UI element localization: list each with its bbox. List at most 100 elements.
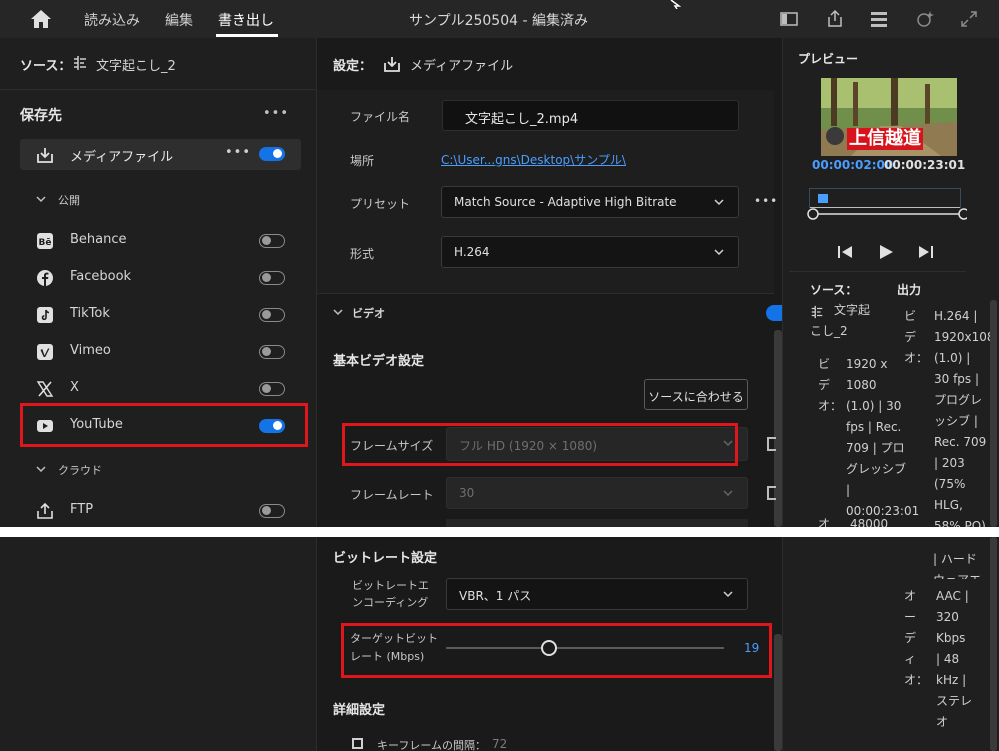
media-file-label: メディアファイル [70, 146, 173, 165]
tiktok-icon [36, 306, 54, 324]
frame-size-highlight-box [342, 423, 738, 466]
preview-timeline[interactable] [809, 188, 961, 208]
dest-label: TikTok [70, 306, 110, 321]
location-link[interactable]: C:\User...gns\Desktop\サンプル\ [441, 151, 626, 168]
cloud-group-label: クラウド [58, 462, 102, 478]
media-file-more-button[interactable]: ••• [225, 145, 251, 160]
frame-rate-checkbox[interactable] [767, 486, 776, 500]
filename-value: 文字起こし_2.mp4 [465, 108, 578, 127]
bitrate-encoding-select[interactable]: VBR、1 パス [446, 578, 748, 610]
settings-header: 設定： メディアファイル [317, 38, 782, 90]
target-bitrate-highlight-box [341, 623, 772, 678]
svg-text:Bē: Bē [39, 238, 52, 248]
preset-label: プリセット [350, 195, 410, 212]
document-title: サンプル250504 - 編集済み [409, 10, 588, 30]
tab-import[interactable]: 読み込み [84, 10, 140, 30]
dest-label: X [70, 380, 79, 395]
download-icon [383, 55, 401, 73]
chevron-down-icon [714, 197, 724, 207]
media-file-toggle[interactable] [259, 147, 285, 161]
keyframe-label: キーフレームの間隔： [377, 737, 486, 751]
destinations-panel-lower [0, 537, 316, 751]
progress-icon[interactable] [869, 9, 889, 29]
vimeo-toggle[interactable] [259, 345, 285, 359]
step-back-icon[interactable] [836, 244, 854, 260]
dest-ftp[interactable]: FTP [20, 496, 300, 526]
filename-label: ファイル名 [350, 108, 410, 125]
share-icon[interactable] [825, 9, 845, 29]
home-icon[interactable] [30, 9, 52, 29]
dest-x[interactable]: X [20, 374, 300, 404]
tiktok-toggle[interactable] [259, 308, 285, 322]
format-select[interactable]: H.264 [441, 236, 739, 268]
settings-scrollbar-lower[interactable] [774, 634, 782, 751]
dest-facebook[interactable]: Facebook [20, 263, 300, 293]
dest-tiktok[interactable]: TikTok [20, 300, 300, 330]
format-value: H.264 [454, 245, 490, 259]
ftp-toggle[interactable] [259, 504, 285, 518]
chevron-down-icon [723, 589, 733, 599]
section-divider [317, 293, 774, 294]
keyframe-checkbox[interactable] [352, 738, 363, 749]
info-scrollbar-lower[interactable] [990, 537, 997, 751]
x-icon [36, 380, 54, 398]
publish-group-label: 公開 [58, 192, 80, 208]
tab-export[interactable]: 書き出し [218, 10, 274, 30]
match-source-button[interactable]: ソースに合わせる [644, 379, 748, 410]
info-output-video-label: ビデオ： [904, 306, 920, 527]
chevron-down-icon[interactable] [36, 464, 46, 474]
location-label: 場所 [350, 152, 374, 169]
filename-field[interactable]: 文字起こし_2.mp4 [442, 100, 739, 131]
info-output-video: H.264 | 1920x1080 (1.0) | 30 fps | プログレッ… [934, 306, 988, 527]
chevron-down-icon[interactable] [36, 194, 46, 204]
info-source-video-label: ビデオ： [818, 354, 834, 417]
tab-edit[interactable]: 編集 [165, 10, 193, 30]
step-forward-icon[interactable] [917, 244, 935, 260]
video-section-label: ビデオ [352, 305, 385, 321]
destinations-more-button[interactable]: ••• [263, 106, 289, 121]
bitrate-encoding-label: ビットレートエンコーディング [352, 577, 438, 611]
bitrate-settings-title: ビットレート設定 [333, 547, 437, 566]
info-output-audio: AAC | 320 Kbps | 48 kHz | ステレオ [936, 586, 972, 733]
preview-playhead[interactable] [818, 194, 828, 203]
dest-vimeo[interactable]: Vimeo [20, 337, 300, 367]
bitrate-encoding-value: VBR、1 パス [459, 587, 531, 604]
preview-title: プレビュー [798, 50, 858, 67]
frame-rate-value: 30 [459, 486, 474, 500]
youtube-highlight-box [20, 403, 308, 447]
frame-size-checkbox[interactable] [767, 437, 776, 451]
info-scrollbar[interactable] [990, 300, 997, 527]
quick-actions-icon[interactable] [915, 9, 935, 29]
source-header: ソース： 文字起こし_2 [0, 38, 316, 90]
info-output-video-clip: H.264 | 1920x1080 (1.0) | 30 fps | プログレッ… [934, 306, 990, 527]
facebook-icon [36, 269, 54, 287]
download-icon [36, 146, 54, 164]
info-output-audio-label: オーディオ： [904, 586, 922, 691]
dest-label: FTP [70, 502, 93, 517]
chevron-down-icon[interactable] [333, 307, 343, 317]
screenshot-divider [0, 527, 999, 537]
media-file-row[interactable]: メディアファイル ••• [20, 139, 301, 170]
video-section-toggle[interactable] [766, 305, 782, 321]
frame-rate-label: フレームレート [350, 486, 434, 503]
preset-select[interactable]: Match Source - Adaptive High Bitrate [441, 186, 739, 218]
upload-icon [36, 502, 54, 520]
preset-more-button[interactable]: ••• [754, 194, 778, 208]
dest-label: Vimeo [70, 343, 111, 358]
x-toggle[interactable] [259, 382, 285, 396]
basic-video-title: 基本ビデオ設定 [333, 350, 424, 369]
advanced-title: 詳細設定 [333, 699, 385, 718]
dest-behance[interactable]: Bē Behance [20, 226, 300, 256]
trim-handles[interactable] [807, 207, 967, 221]
fullscreen-icon[interactable] [959, 9, 979, 29]
preview-overlay-text: 上信越道 [847, 128, 923, 150]
behance-toggle[interactable] [259, 234, 285, 248]
keyframe-value[interactable]: 72 [492, 737, 507, 751]
play-icon[interactable] [878, 244, 894, 260]
facebook-toggle[interactable] [259, 271, 285, 285]
mouse-cursor-icon [670, 0, 682, 9]
chevron-down-icon [714, 247, 724, 257]
destinations-title: 保存先 [20, 105, 62, 125]
panel-layout-icon[interactable] [779, 9, 799, 29]
active-tab-indicator [216, 34, 278, 37]
